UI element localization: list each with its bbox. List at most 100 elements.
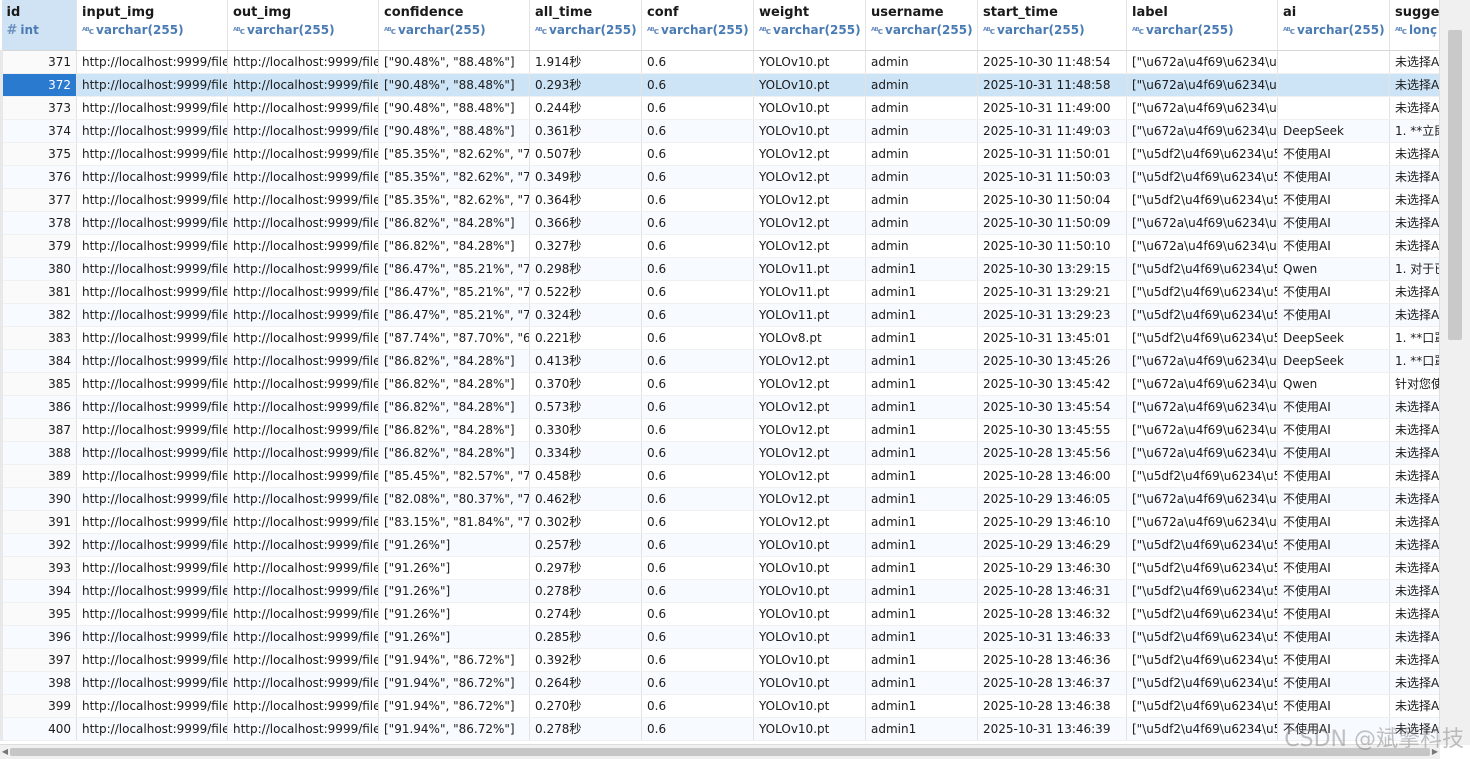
cell-sugge[interactable]: 未选择A [1389, 303, 1440, 327]
cell-ai[interactable]: DeepSeek [1277, 349, 1390, 373]
cell-sugge[interactable]: 未选择A [1389, 579, 1440, 603]
cell-ai[interactable]: 不使用AI [1277, 142, 1390, 166]
table-row[interactable]: 394 http://localhost:9999/file http://loca… [0, 579, 1440, 603]
cell-all-time[interactable]: 1.914秒 [529, 50, 642, 74]
cell-out-img[interactable]: http://localhost:9999/file [227, 510, 379, 534]
cell-start-time[interactable]: 2025-10-31 11:48:58 [977, 73, 1127, 97]
cell-label[interactable]: ["\u672a\u4f69\u6234\u5 [1126, 510, 1278, 534]
cell-conf[interactable]: 0.6 [641, 119, 754, 143]
table-row[interactable]: 377 http://localhost:9999/file http://loca… [0, 188, 1440, 212]
cell-weight[interactable]: YOLOv10.pt [753, 694, 866, 718]
cell-ai[interactable]: 不使用AI [1277, 188, 1390, 212]
column-header-input-img[interactable]: input_img ᴬᴮc varchar(255) [76, 0, 228, 51]
table-row[interactable]: 390 http://localhost:9999/file http://loca… [0, 487, 1440, 511]
cell-id[interactable]: 372 [0, 73, 77, 97]
cell-label[interactable]: ["\u5df2\u4f69\u6234\u5 [1126, 717, 1278, 741]
cell-out-img[interactable]: http://localhost:9999/file [227, 303, 379, 327]
cell-input-img[interactable]: http://localhost:9999/file [76, 303, 228, 327]
cell-sugge[interactable]: 未选择A [1389, 648, 1440, 672]
cell-sugge[interactable]: 未选择A [1389, 487, 1440, 511]
cell-username[interactable]: admin1 [865, 694, 978, 718]
cell-input-img[interactable]: http://localhost:9999/file [76, 234, 228, 258]
cell-input-img[interactable]: http://localhost:9999/file [76, 533, 228, 557]
table-row[interactable]: 388 http://localhost:9999/file http://loca… [0, 441, 1440, 465]
cell-out-img[interactable]: http://localhost:9999/file [227, 234, 379, 258]
cell-username[interactable]: admin1 [865, 257, 978, 281]
cell-confidence[interactable]: ["83.15%", "81.84%", "76 [378, 510, 530, 534]
cell-confidence[interactable]: ["91.26%"] [378, 556, 530, 580]
cell-out-img[interactable]: http://localhost:9999/file [227, 280, 379, 304]
cell-input-img[interactable]: http://localhost:9999/file [76, 648, 228, 672]
cell-start-time[interactable]: 2025-10-31 13:29:23 [977, 303, 1127, 327]
cell-out-img[interactable]: http://localhost:9999/file [227, 556, 379, 580]
cell-ai[interactable] [1277, 96, 1390, 120]
cell-username[interactable]: admin1 [865, 280, 978, 304]
cell-weight[interactable]: YOLOv10.pt [753, 671, 866, 695]
cell-username[interactable]: admin [865, 165, 978, 189]
column-header-confidence[interactable]: confidence ᴬᴮc varchar(255) [378, 0, 530, 51]
cell-label[interactable]: ["\u672a\u4f69\u6234\u5 [1126, 349, 1278, 373]
cell-id[interactable]: 387 [0, 418, 77, 442]
cell-start-time[interactable]: 2025-10-31 11:50:03 [977, 165, 1127, 189]
cell-confidence[interactable]: ["90.48%", "88.48%"] [378, 119, 530, 143]
cell-start-time[interactable]: 2025-10-30 11:50:04 [977, 188, 1127, 212]
cell-confidence[interactable]: ["90.48%", "88.48%"] [378, 73, 530, 97]
cell-confidence[interactable]: ["85.45%", "82.57%", "77 [378, 464, 530, 488]
cell-confidence[interactable]: ["91.94%", "86.72%"] [378, 648, 530, 672]
cell-conf[interactable]: 0.6 [641, 418, 754, 442]
cell-ai[interactable]: Qwen [1277, 257, 1390, 281]
cell-input-img[interactable]: http://localhost:9999/file [76, 142, 228, 166]
cell-conf[interactable]: 0.6 [641, 280, 754, 304]
cell-username[interactable]: admin1 [865, 441, 978, 465]
cell-conf[interactable]: 0.6 [641, 533, 754, 557]
cell-id[interactable]: 381 [0, 280, 77, 304]
cell-confidence[interactable]: ["85.35%", "82.62%", "71 [378, 142, 530, 166]
table-row[interactable]: 393 http://localhost:9999/file http://loca… [0, 556, 1440, 580]
cell-id[interactable]: 399 [0, 694, 77, 718]
cell-input-img[interactable]: http://localhost:9999/file [76, 487, 228, 511]
cell-confidence[interactable]: ["91.94%", "86.72%"] [378, 671, 530, 695]
table-row[interactable]: 392 http://localhost:9999/file http://loca… [0, 533, 1440, 557]
cell-username[interactable]: admin [865, 234, 978, 258]
cell-all-time[interactable]: 0.349秒 [529, 165, 642, 189]
cell-sugge[interactable]: 未选择A [1389, 142, 1440, 166]
cell-input-img[interactable]: http://localhost:9999/file [76, 418, 228, 442]
cell-confidence[interactable]: ["86.82%", "84.28%"] [378, 211, 530, 235]
cell-label[interactable]: ["\u5df2\u4f69\u6234\u5 [1126, 165, 1278, 189]
cell-input-img[interactable]: http://localhost:9999/file [76, 510, 228, 534]
cell-out-img[interactable]: http://localhost:9999/file [227, 464, 379, 488]
cell-ai[interactable]: 不使用AI [1277, 418, 1390, 442]
cell-weight[interactable]: YOLOv12.pt [753, 165, 866, 189]
cell-username[interactable]: admin [865, 142, 978, 166]
table-row[interactable]: 374 http://localhost:9999/file http://loca… [0, 119, 1440, 143]
cell-username[interactable]: admin1 [865, 556, 978, 580]
cell-all-time[interactable]: 0.361秒 [529, 119, 642, 143]
cell-confidence[interactable]: ["86.82%", "84.28%"] [378, 418, 530, 442]
cell-label[interactable]: ["\u5df2\u4f69\u6234\u5 [1126, 188, 1278, 212]
cell-start-time[interactable]: 2025-10-31 13:29:21 [977, 280, 1127, 304]
cell-label[interactable]: ["\u5df2\u4f69\u6234\u5 [1126, 694, 1278, 718]
cell-all-time[interactable]: 0.364秒 [529, 188, 642, 212]
cell-ai[interactable]: 不使用AI [1277, 211, 1390, 235]
cell-out-img[interactable]: http://localhost:9999/file [227, 326, 379, 350]
cell-label[interactable]: ["\u672a\u4f69\u6234\u5 [1126, 119, 1278, 143]
column-header-weight[interactable]: weight ᴬᴮc varchar(255) [753, 0, 866, 51]
cell-out-img[interactable]: http://localhost:9999/file [227, 625, 379, 649]
table-row[interactable]: 386 http://localhost:9999/file http://loca… [0, 395, 1440, 419]
cell-start-time[interactable]: 2025-10-31 13:45:01 [977, 326, 1127, 350]
cell-confidence[interactable]: ["86.47%", "85.21%", "78 [378, 280, 530, 304]
cell-out-img[interactable]: http://localhost:9999/file [227, 717, 379, 741]
cell-out-img[interactable]: http://localhost:9999/file [227, 694, 379, 718]
cell-id[interactable]: 382 [0, 303, 77, 327]
cell-ai[interactable]: 不使用AI [1277, 533, 1390, 557]
cell-id[interactable]: 374 [0, 119, 77, 143]
cell-input-img[interactable]: http://localhost:9999/file [76, 349, 228, 373]
cell-confidence[interactable]: ["85.35%", "82.62%", "71 [378, 165, 530, 189]
cell-weight[interactable]: YOLOv10.pt [753, 717, 866, 741]
cell-sugge[interactable]: 未选择A [1389, 234, 1440, 258]
cell-start-time[interactable]: 2025-10-30 13:45:42 [977, 372, 1127, 396]
cell-out-img[interactable]: http://localhost:9999/file [227, 395, 379, 419]
cell-input-img[interactable]: http://localhost:9999/file [76, 671, 228, 695]
cell-out-img[interactable]: http://localhost:9999/file [227, 648, 379, 672]
cell-out-img[interactable]: http://localhost:9999/file [227, 602, 379, 626]
